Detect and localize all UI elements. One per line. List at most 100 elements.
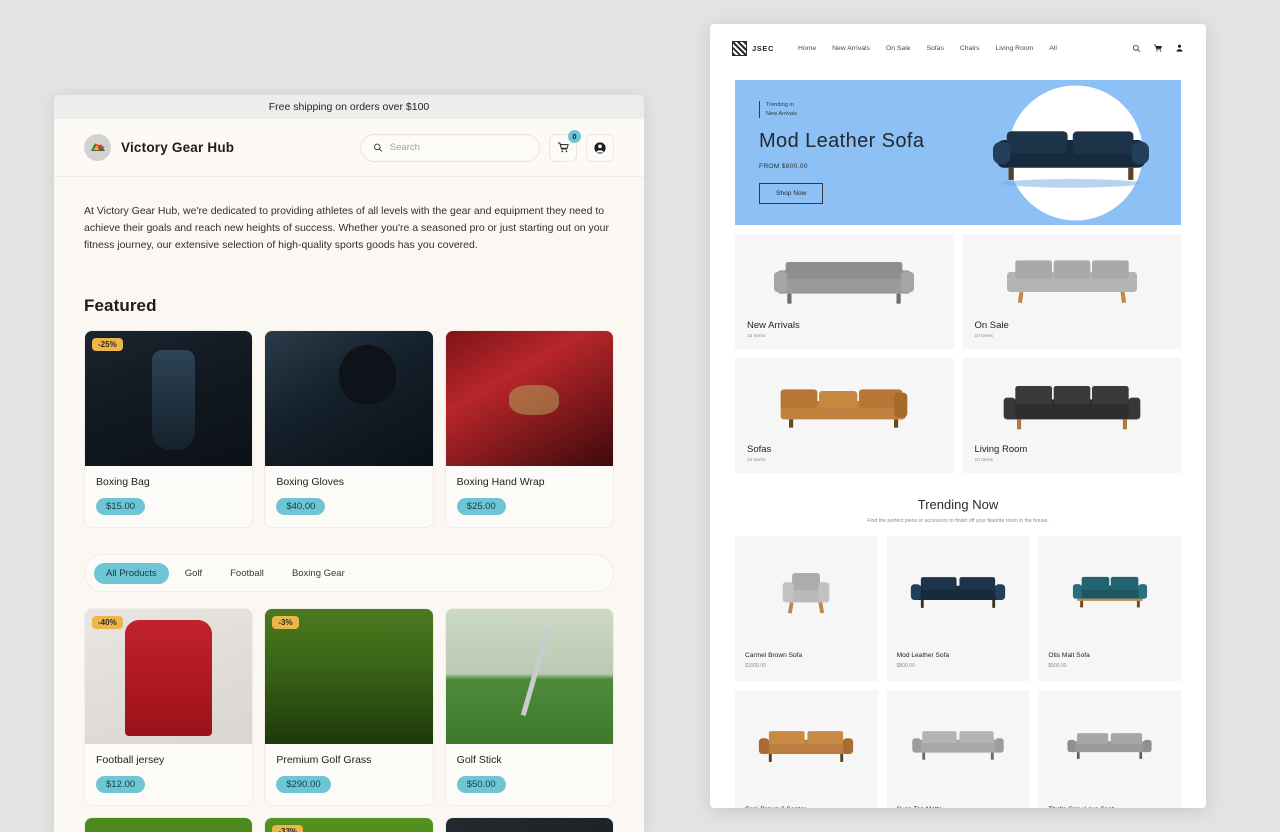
- product-card[interactable]: Boxing Gloves $40.00: [264, 330, 433, 528]
- product-name: Sven Tan Matte: [897, 806, 1020, 808]
- tan-sofa-icon: [908, 722, 1008, 766]
- category-count: 10 Items: [975, 458, 1170, 463]
- filter-chip-golf[interactable]: Golf: [173, 563, 214, 584]
- promo-banner-text: Free shipping on orders over $100: [269, 101, 430, 113]
- navy-sofa-icon: [908, 567, 1008, 613]
- jsec-navbar: JSEC Home New Arrivals On Sale Sofas Cha…: [710, 24, 1206, 72]
- person-icon[interactable]: [1175, 43, 1184, 53]
- product-name: Mod Leather Sofa: [897, 652, 1020, 659]
- hero-content: Trending in New Arrivals Mod Leather Sof…: [735, 101, 958, 204]
- category-card-new-arrivals[interactable]: New Arrivals 10 Items: [735, 234, 954, 349]
- category-image: [975, 244, 1170, 320]
- cart-icon[interactable]: [1153, 43, 1163, 53]
- product-price: $1000.00: [745, 663, 868, 669]
- nav-link-new-arrivals[interactable]: New Arrivals: [832, 45, 870, 52]
- product-image: [735, 690, 878, 798]
- trending-product-card[interactable]: Mod Leather Sofa $800.00: [887, 536, 1030, 681]
- product-name: Football jersey: [96, 754, 241, 766]
- category-filter-bar: All Products Golf Football Boxing Gear: [84, 554, 614, 592]
- filter-chip-football[interactable]: Football: [218, 563, 276, 584]
- account-icon: [593, 141, 607, 155]
- brown-sofa-icon: [756, 721, 856, 767]
- filter-chip-boxing-gear[interactable]: Boxing Gear: [280, 563, 357, 584]
- cart-button[interactable]: 0: [549, 134, 577, 162]
- trending-title: Trending Now: [710, 497, 1206, 512]
- category-title: On Sale: [975, 320, 1170, 331]
- product-info: Premium Golf Grass $290.00: [265, 744, 432, 805]
- trending-grid: Carmel Brown Sofa $1000.00: [735, 536, 1181, 808]
- jsec-logo-link[interactable]: JSEC: [732, 41, 774, 56]
- products-grid: -40% Football jersey $12.00 -3% Premium …: [84, 608, 614, 806]
- product-price: $290.00: [276, 776, 330, 793]
- product-card[interactable]: -33%: [264, 817, 433, 832]
- nav-link-all[interactable]: All: [1049, 45, 1057, 52]
- hero-kicker-line1: Trending in: [766, 101, 958, 110]
- product-image: [85, 818, 252, 832]
- search-icon[interactable]: [1132, 44, 1141, 53]
- category-title: New Arrivals: [747, 320, 942, 331]
- search-icon: [373, 142, 383, 153]
- product-price: $25.00: [457, 498, 506, 515]
- product-info: Boxing Hand Wrap $25.00: [446, 466, 613, 527]
- product-card[interactable]: [84, 817, 253, 832]
- discount-badge: -33%: [272, 825, 303, 832]
- filter-chip-all-products[interactable]: All Products: [94, 563, 169, 584]
- product-info: Thetis Gray Love Seat $200.00: [1038, 798, 1181, 808]
- product-info: Golf Stick $50.00: [446, 744, 613, 805]
- product-info: Ceni Brown 3 Seater $650.00: [735, 798, 878, 808]
- product-image: [735, 536, 878, 644]
- brown-sectional-icon: [769, 375, 919, 437]
- product-card[interactable]: Boxing Hand Wrap $25.00: [445, 330, 614, 528]
- product-image: [446, 609, 613, 744]
- gray-sofa-icon: [769, 251, 919, 313]
- product-name: Premium Golf Grass: [276, 754, 421, 766]
- category-count: 10 Items: [747, 458, 942, 463]
- trending-product-card[interactable]: Otis Malt Sofa $500.00: [1038, 536, 1181, 681]
- product-name: Golf Stick: [457, 754, 602, 766]
- product-price: $15.00: [96, 498, 145, 515]
- product-name: Ceni Brown 3 Seater: [745, 806, 868, 808]
- hero-price-label: FROM: [759, 163, 780, 170]
- product-info: Sven Tan Matte $700.00$2000: [887, 798, 1030, 808]
- product-name: Boxing Hand Wrap: [457, 476, 602, 488]
- victory-logo-icon: [84, 134, 111, 161]
- gray-armchair-icon: [775, 559, 837, 621]
- product-card[interactable]: Golf Stick $50.00: [445, 608, 614, 806]
- category-card-on-sale[interactable]: On Sale 10 Items: [963, 234, 1182, 349]
- category-card-living-room[interactable]: Living Room 10 Items: [963, 358, 1182, 473]
- trending-header: Trending Now Find the perfect piece or a…: [710, 497, 1206, 524]
- nav-link-on-sale[interactable]: On Sale: [886, 45, 911, 52]
- category-grid: New Arrivals 10 Items On Sale 10 Items: [735, 234, 1181, 473]
- product-info: Boxing Bag $15.00: [85, 466, 252, 527]
- category-title: Living Room: [975, 444, 1170, 455]
- brand-logo-link[interactable]: Victory Gear Hub: [84, 134, 234, 161]
- product-image: [446, 331, 613, 466]
- trending-product-card[interactable]: Ceni Brown 3 Seater $650.00: [735, 690, 878, 808]
- discount-badge: -3%: [272, 616, 298, 629]
- product-info: Mod Leather Sofa $800.00: [887, 644, 1030, 681]
- product-card[interactable]: -40% Football jersey $12.00: [84, 608, 253, 806]
- nav-link-living-room[interactable]: Living Room: [996, 45, 1034, 52]
- jsec-nav-actions: [1132, 43, 1184, 53]
- product-info: Boxing Gloves $40.00: [265, 466, 432, 527]
- category-image: [975, 368, 1170, 444]
- trending-product-card[interactable]: Thetis Gray Love Seat $200.00: [1038, 690, 1181, 808]
- account-button[interactable]: [586, 134, 614, 162]
- trending-product-card[interactable]: Carmel Brown Sofa $1000.00: [735, 536, 878, 681]
- shop-now-button[interactable]: Shop Now: [759, 183, 823, 204]
- product-card[interactable]: -3% Premium Golf Grass $290.00: [264, 608, 433, 806]
- product-image: [1038, 690, 1181, 798]
- search-input[interactable]: [390, 142, 527, 153]
- product-card[interactable]: [445, 817, 614, 832]
- nav-link-sofas[interactable]: Sofas: [926, 45, 943, 52]
- brand-name: Victory Gear Hub: [121, 140, 234, 155]
- nav-link-chairs[interactable]: Chairs: [960, 45, 980, 52]
- product-card[interactable]: -25% Boxing Bag $15.00: [84, 330, 253, 528]
- trending-product-card[interactable]: Sven Tan Matte $700.00$2000: [887, 690, 1030, 808]
- nav-link-home[interactable]: Home: [798, 45, 816, 52]
- jsec-logo-text: JSEC: [752, 44, 774, 53]
- promo-banner: Free shipping on orders over $100: [54, 95, 644, 119]
- featured-grid: -25% Boxing Bag $15.00 Boxing Gloves $40…: [84, 330, 614, 528]
- category-card-sofas[interactable]: Sofas 10 Items: [735, 358, 954, 473]
- search-box[interactable]: [360, 134, 540, 162]
